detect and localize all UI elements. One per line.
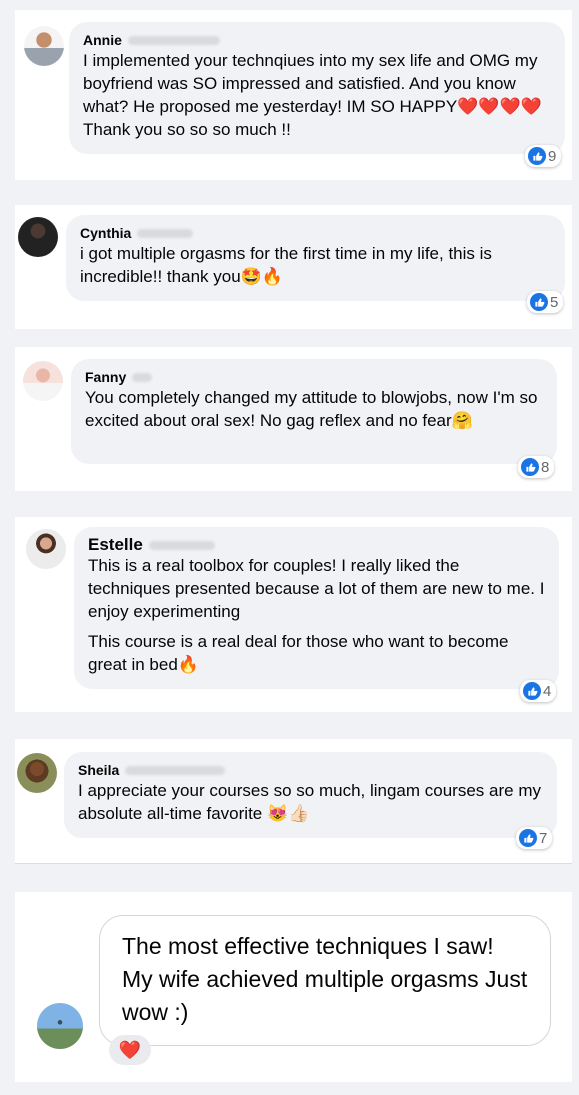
comment-text: This is a real toolbox for couples! I re… xyxy=(88,556,545,621)
heart-icon: ❤️ xyxy=(118,1039,142,1060)
comment-card-annie: Annie I implemented your technqiues into… xyxy=(15,10,572,180)
blurred-surname xyxy=(132,372,153,382)
testimonial-text: The most effective techniques I saw! My … xyxy=(122,933,528,1025)
like-count: 8 xyxy=(541,458,550,476)
like-count-badge[interactable]: 9 xyxy=(525,145,562,167)
comment-bubble: Fanny You completely changed my attitude… xyxy=(71,359,557,464)
comment-text: You completely changed my attitude to bl… xyxy=(85,388,538,430)
comment-bubble: Sheila I appreciate your courses so so m… xyxy=(64,752,557,838)
like-count-badge[interactable]: 5 xyxy=(527,291,564,313)
comment-bubble: Cynthia i got multiple orgasms for the f… xyxy=(66,215,565,301)
like-count: 4 xyxy=(543,682,552,700)
thumbs-up-icon xyxy=(521,458,539,476)
comment-text: I implemented your technqiues into my se… xyxy=(83,51,542,139)
like-count: 9 xyxy=(548,147,557,165)
blurred-surname xyxy=(127,35,220,45)
avatar[interactable] xyxy=(18,217,58,257)
like-count-badge[interactable]: 7 xyxy=(516,827,553,849)
comment-card-cynthia: Cynthia i got multiple orgasms for the f… xyxy=(15,205,572,329)
divider xyxy=(15,863,572,864)
comment-text-second-paragraph: This course is a real deal for those who… xyxy=(88,632,509,674)
commenter-name[interactable]: Annie xyxy=(83,32,122,48)
thumbs-up-icon xyxy=(530,293,548,311)
commenter-name[interactable]: Estelle xyxy=(88,535,143,555)
like-count: 5 xyxy=(550,293,559,311)
commenter-name[interactable]: Cynthia xyxy=(80,225,131,241)
thumbs-up-icon xyxy=(519,829,537,847)
comment-text: i got multiple orgasms for the first tim… xyxy=(80,244,492,286)
avatar[interactable] xyxy=(37,1003,83,1049)
comment-card-estelle: Estelle This is a real toolbox for coupl… xyxy=(15,517,572,712)
comment-bubble: Annie I implemented your technqiues into… xyxy=(69,22,565,154)
avatar[interactable] xyxy=(26,529,66,569)
avatar[interactable] xyxy=(23,361,63,401)
blurred-surname xyxy=(148,540,215,550)
comment-text: I appreciate your courses so so much, li… xyxy=(78,781,541,823)
like-count: 7 xyxy=(539,829,548,847)
comment-card-sheila: Sheila I appreciate your courses so so m… xyxy=(15,739,572,863)
comment-bubble: Estelle This is a real toolbox for coupl… xyxy=(74,527,559,689)
testimonial-bubble: The most effective techniques I saw! My … xyxy=(99,915,551,1046)
like-count-badge[interactable]: 4 xyxy=(520,680,557,702)
avatar[interactable] xyxy=(24,26,64,66)
blurred-surname xyxy=(137,228,194,238)
comment-card-fanny: Fanny You completely changed my attitude… xyxy=(15,347,572,491)
blurred-surname xyxy=(125,765,226,775)
avatar[interactable] xyxy=(17,753,57,793)
heart-reaction-badge[interactable]: ❤️ xyxy=(109,1035,151,1065)
thumbs-up-icon xyxy=(523,682,541,700)
commenter-name[interactable]: Sheila xyxy=(78,762,119,778)
commenter-name[interactable]: Fanny xyxy=(85,369,126,385)
thumbs-up-icon xyxy=(528,147,546,165)
like-count-badge[interactable]: 8 xyxy=(518,456,555,478)
